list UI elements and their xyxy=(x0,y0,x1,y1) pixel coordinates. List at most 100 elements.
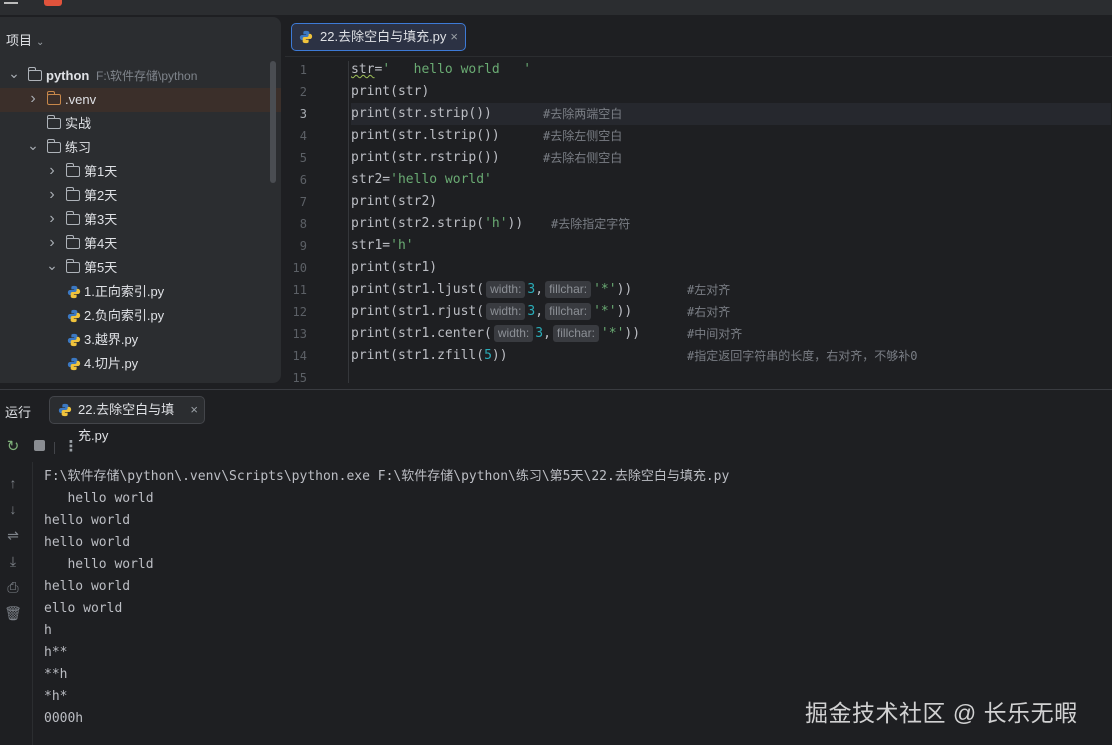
more-options-icon[interactable]: ⋮ xyxy=(62,438,80,456)
project-tree: python F:\软件存储\python .venv 实战练习第1天第2天第3天第4… xyxy=(0,64,281,376)
code-line[interactable]: str=' hello world ' xyxy=(351,59,1111,81)
code-line[interactable]: str1='h' xyxy=(351,235,1111,257)
code-line[interactable]: print(str2) xyxy=(351,191,1111,213)
tree-item-label: 1.正向索引.py xyxy=(84,284,165,299)
tree-file-item[interactable]: 2.负向索引.py xyxy=(0,304,281,328)
project-panel-header[interactable]: 项目 ⌄ xyxy=(6,30,44,49)
code-line[interactable]: str2='hello world' xyxy=(351,169,1111,191)
project-logo-icon[interactable] xyxy=(44,0,62,6)
run-panel: 运行 22.去除空白与填充.py × ↻ ⋮ ↑ ↓ ⇌ ⤓ ⎙ 🗑 F:\软件… xyxy=(0,389,1112,745)
tree-folder-item[interactable]: python F:\软件存储\python xyxy=(0,64,281,88)
code-line-text: print(str.lstrip()) xyxy=(351,128,500,143)
folder-icon xyxy=(65,259,80,273)
close-icon[interactable]: × xyxy=(190,397,198,423)
chevron-right-icon[interactable] xyxy=(46,208,58,234)
console-output[interactable]: F:\软件存储\python\.venv\Scripts\python.exe … xyxy=(44,466,1104,730)
code-line[interactable]: print(str1.zfill(5)) #指定返回字符串的长度，右对齐，不够补0 xyxy=(351,345,1111,367)
code-comment: #去除指定字符 xyxy=(551,217,631,231)
soft-wrap-icon[interactable]: ⇌ xyxy=(4,526,22,544)
code-line-text: str1='h' xyxy=(351,238,414,253)
print-icon[interactable]: ⎙ xyxy=(4,578,22,596)
tree-file-item[interactable]: 4.切片.py xyxy=(0,352,281,376)
python-file-icon xyxy=(67,309,81,323)
code-line-text: print(str1.center(width: 3, fillchar: '*')) xyxy=(351,325,641,342)
code-line[interactable]: print(str1.rjust(width: 3, fillchar: '*')) #… xyxy=(351,301,1111,323)
project-panel: 项目⌄ python F:\软件存储\python .venv 实战练习第1天第2天第… xyxy=(0,17,281,383)
chevron-down-icon[interactable] xyxy=(27,136,39,163)
code-line-text: print(str1.zfill(5)) xyxy=(351,348,508,363)
tree-item-label: 第1天 xyxy=(84,164,118,179)
tree-file-item[interactable]: 3.越界.py xyxy=(0,328,281,352)
tree-folder-item[interactable]: 第3天 xyxy=(0,208,281,232)
code-line[interactable]: print(str1.ljust(width: 3, fillchar: '*')) #… xyxy=(351,279,1111,301)
chevron-right-icon[interactable] xyxy=(46,160,58,186)
tree-item-label: 第4天 xyxy=(84,236,118,251)
code-line[interactable]: print(str) xyxy=(351,81,1111,103)
run-side-divider xyxy=(32,462,33,745)
run-tab[interactable]: 22.去除空白与填充.py × xyxy=(49,396,205,443)
tree-item-label: 第2天 xyxy=(84,188,118,203)
line-number: 5 xyxy=(299,151,307,165)
tree-folder-item[interactable]: 第1天 xyxy=(0,160,281,184)
code-line[interactable]: print(str2.strip('h')) #去除指定字符 xyxy=(351,213,1111,235)
tree-folder-item[interactable]: 第5天 xyxy=(0,256,281,280)
chevron-right-icon[interactable] xyxy=(27,88,39,114)
chevron-right-icon[interactable] xyxy=(46,232,58,258)
chevron-right-icon[interactable] xyxy=(46,184,58,210)
code-line[interactable]: print(str.strip()) #去除两端空白 xyxy=(351,103,1111,125)
stop-icon[interactable] xyxy=(30,438,48,456)
line-number: 12 xyxy=(292,305,307,319)
run-toolbar: ↻ ⋮ xyxy=(0,432,1112,462)
code-line[interactable]: print(str.lstrip()) #去除左侧空白 xyxy=(351,125,1111,147)
tree-folder-item[interactable]: 实战 xyxy=(0,112,281,136)
tree-folder-item[interactable]: 第2天 xyxy=(0,184,281,208)
python-file-icon xyxy=(67,333,81,347)
console-line: hello world xyxy=(44,535,131,550)
tree-file-item[interactable]: 1.正向索引.py xyxy=(0,280,281,304)
console-line: hello world xyxy=(44,579,131,594)
close-icon[interactable]: × xyxy=(450,24,458,50)
line-number: 10 xyxy=(292,261,307,275)
line-number: 7 xyxy=(299,195,307,209)
code-comment: #指定返回字符串的长度，右对齐，不够补0 xyxy=(687,349,918,363)
title-bar xyxy=(0,0,1112,16)
main-menu-icon[interactable] xyxy=(4,0,18,4)
chevron-down-icon[interactable]: ⌄ xyxy=(36,37,44,48)
console-line: **h xyxy=(44,667,68,682)
chevron-down-icon[interactable] xyxy=(8,64,20,91)
gutter-divider xyxy=(348,61,349,383)
rerun-icon[interactable]: ↻ xyxy=(4,438,22,456)
editor-tab-label: 22.去除空白与填充.py xyxy=(320,29,447,44)
code-line[interactable]: print(str.rstrip()) #去除右侧空白 xyxy=(351,147,1111,169)
tree-item-label: 4.切片.py xyxy=(84,356,139,371)
tree-item-label: 3.越界.py xyxy=(84,332,139,347)
code-comment: #去除两端空白 xyxy=(543,107,623,121)
line-number: 8 xyxy=(299,217,307,231)
trash-icon[interactable]: 🗑 xyxy=(4,604,22,622)
editor-tab-active[interactable]: 22.去除空白与填充.py × xyxy=(291,23,466,51)
tree-item-label: python xyxy=(46,68,90,83)
code-comment: #中间对齐 xyxy=(687,327,743,341)
run-panel-header: 运行 22.去除空白与填充.py × xyxy=(0,390,1112,443)
code-line-text: print(str1.ljust(width: 3, fillchar: '*')) xyxy=(351,281,633,298)
code-area[interactable]: str=' hello world ' print(str) print(str.s… xyxy=(351,59,1111,389)
tree-folder-item[interactable]: .venv xyxy=(0,88,281,112)
folder-icon xyxy=(46,115,61,129)
code-line-text: str2='hello world' xyxy=(351,172,492,187)
folder-icon xyxy=(65,163,80,177)
scroll-to-end-icon[interactable]: ⤓ xyxy=(4,552,22,570)
tree-folder-item[interactable]: 第4天 xyxy=(0,232,281,256)
console-line: ello world xyxy=(44,601,123,616)
code-line[interactable]: print(str1.center(width: 3, fillchar: '*'))… xyxy=(351,323,1111,345)
tree-folder-item[interactable]: 练习 xyxy=(0,136,281,160)
line-number: 14 xyxy=(292,349,307,363)
editor-pane: 22.去除空白与填充.py × 1 2 3 4 5 6 7 8 9 10 11 12 13 14 15 st… xyxy=(285,17,1112,385)
arrow-down-icon[interactable]: ↓ xyxy=(4,500,22,518)
code-line-text: print(str1.rjust(width: 3, fillchar: '*')) xyxy=(351,303,633,320)
arrow-up-icon[interactable]: ↑ xyxy=(4,474,22,492)
chevron-down-icon[interactable] xyxy=(46,256,58,283)
code-line[interactable]: print(str1) xyxy=(351,257,1111,279)
run-panel-title: 运行 xyxy=(5,405,32,420)
project-scrollbar[interactable] xyxy=(270,61,276,183)
python-file-icon xyxy=(299,30,313,44)
